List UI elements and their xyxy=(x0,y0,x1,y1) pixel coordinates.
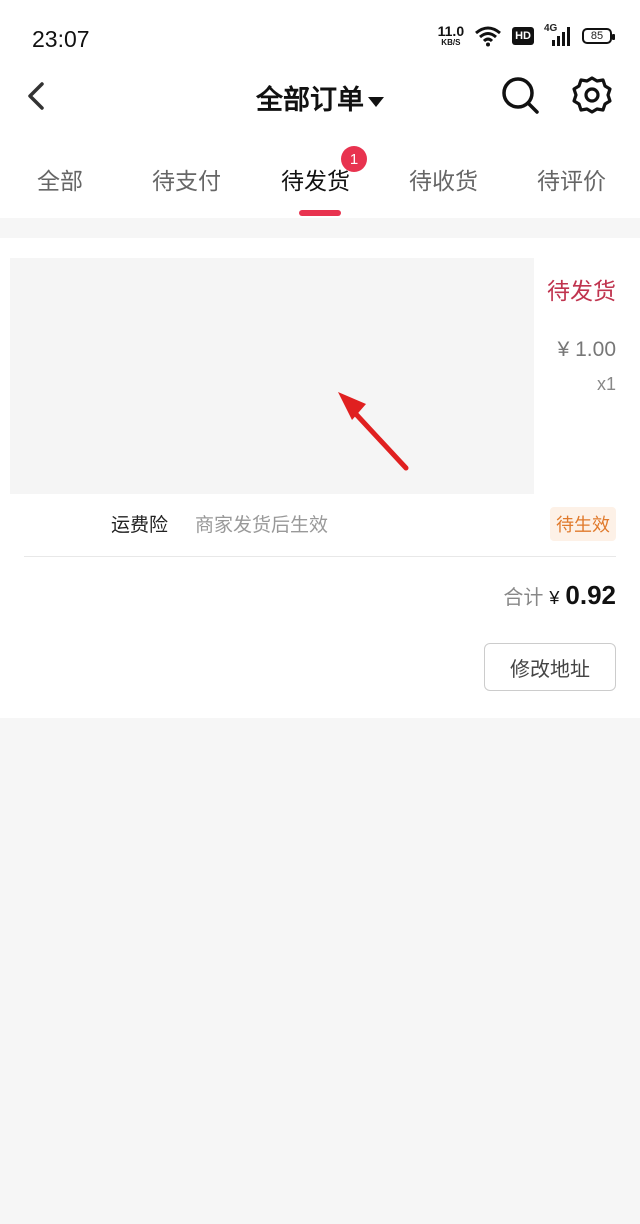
order-total: 合计 ¥ 0.92 xyxy=(503,580,616,611)
network-type: 4G xyxy=(544,22,558,34)
total-currency: ¥ xyxy=(549,588,560,608)
app-header: 全部订单 xyxy=(0,72,640,122)
caret-down-icon xyxy=(368,96,384,107)
net-speed-unit: KB/S xyxy=(441,38,461,47)
red-arrow-icon xyxy=(338,392,409,471)
page-title[interactable]: 全部订单 xyxy=(0,78,640,117)
status-icons: 11.0 KB/S HD 4G 85 xyxy=(438,22,615,47)
signal-icon: 4G xyxy=(544,22,572,47)
divider xyxy=(24,556,616,557)
net-speed: 11.0 KB/S xyxy=(438,24,464,47)
tab-count-badge: 1 xyxy=(341,146,367,172)
active-tab-indicator xyxy=(299,210,341,216)
modify-address-button[interactable]: 修改地址 xyxy=(484,643,616,691)
insurance-description: 商家发货后生效 xyxy=(195,514,329,536)
search-icon[interactable] xyxy=(499,74,541,116)
tab-pending-shipment[interactable]: 待发货 xyxy=(281,162,350,196)
net-speed-value: 11.0 xyxy=(437,23,465,39)
tab-all[interactable]: 全部 xyxy=(37,162,83,196)
item-quantity: x1 xyxy=(596,374,616,394)
status-time: 23:07 xyxy=(32,26,90,52)
item-price: ¥ 1.00 xyxy=(557,338,616,361)
tab-pending-review[interactable]: 待评价 xyxy=(537,162,606,196)
hd-icon: HD xyxy=(512,26,534,45)
battery-icon: 85 xyxy=(582,27,615,44)
total-label: 合计 xyxy=(503,585,544,609)
product-image[interactable] xyxy=(10,258,534,494)
total-amount: 0.92 xyxy=(565,580,616,610)
insurance-label: 运费险 xyxy=(111,514,169,536)
gear-icon[interactable] xyxy=(570,74,614,118)
order-card[interactable]: 待发货 ¥ 1.00 x1 运费险 商家发货后生效 待生效 合计 ¥ 0.92 … xyxy=(0,238,640,718)
tab-pending-payment[interactable]: 待支付 xyxy=(152,162,221,196)
insurance-status-badge: 待生效 xyxy=(550,507,616,541)
page-title-text: 全部订单 xyxy=(256,85,364,116)
wifi-icon xyxy=(475,26,502,46)
battery-level: 85 xyxy=(590,29,604,42)
tab-pending-receipt[interactable]: 待收货 xyxy=(409,162,478,196)
status-bar: 23:07 11.0 KB/S HD 4G 85 xyxy=(0,0,640,72)
order-tabs: 全部 待支付 待发货 待收货 待评价 xyxy=(0,122,640,218)
order-status: 待发货 xyxy=(547,279,616,305)
